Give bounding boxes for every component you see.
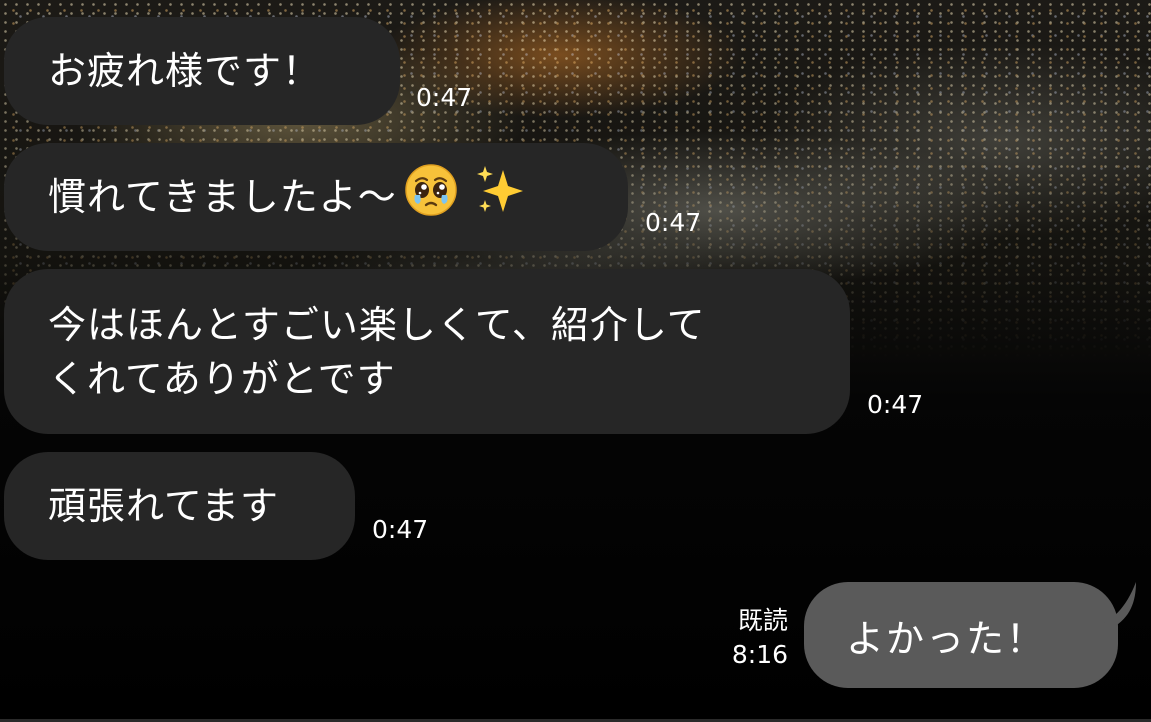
message-bubble-sent[interactable]: よかった！ (804, 582, 1118, 688)
message-time: 8:16 (731, 640, 788, 669)
message-bubble-received[interactable]: お疲れ様です！ (4, 17, 400, 125)
message-text: お疲れ様です！ (48, 49, 322, 93)
message-text: 頑張れてます (48, 484, 279, 528)
message-time: 0:47 (867, 390, 924, 419)
message-text: よかった！ (846, 616, 1047, 661)
chat-screen: お疲れ様です！ 0:47 慣れてきましたよ〜 0:47 今はほんとすごい楽しくて… (0, 0, 1151, 722)
message-bubble-received[interactable]: 今はほんとすごい楽しくて、紹介して くれてありがとです (4, 269, 850, 434)
message-text: 慣れてきましたよ〜 (48, 175, 397, 219)
pleading-face-icon (403, 162, 459, 232)
message-time: 0:47 (372, 515, 429, 544)
message-bubble-received[interactable]: 頑張れてます (4, 452, 355, 560)
read-status: 既読 (737, 606, 788, 635)
message-text-line-2: くれてありがとです (48, 356, 396, 401)
sparkles-icon (473, 162, 529, 232)
read-receipt: 既読 8:16 (700, 604, 788, 672)
message-text-line-1: 今はほんとすごい楽しくて、紹介して (48, 302, 706, 347)
message-time: 0:47 (645, 208, 702, 237)
message-time: 0:47 (416, 83, 473, 112)
bubble-tail (1092, 582, 1136, 628)
message-bubble-received[interactable]: 慣れてきましたよ〜 (4, 143, 628, 251)
